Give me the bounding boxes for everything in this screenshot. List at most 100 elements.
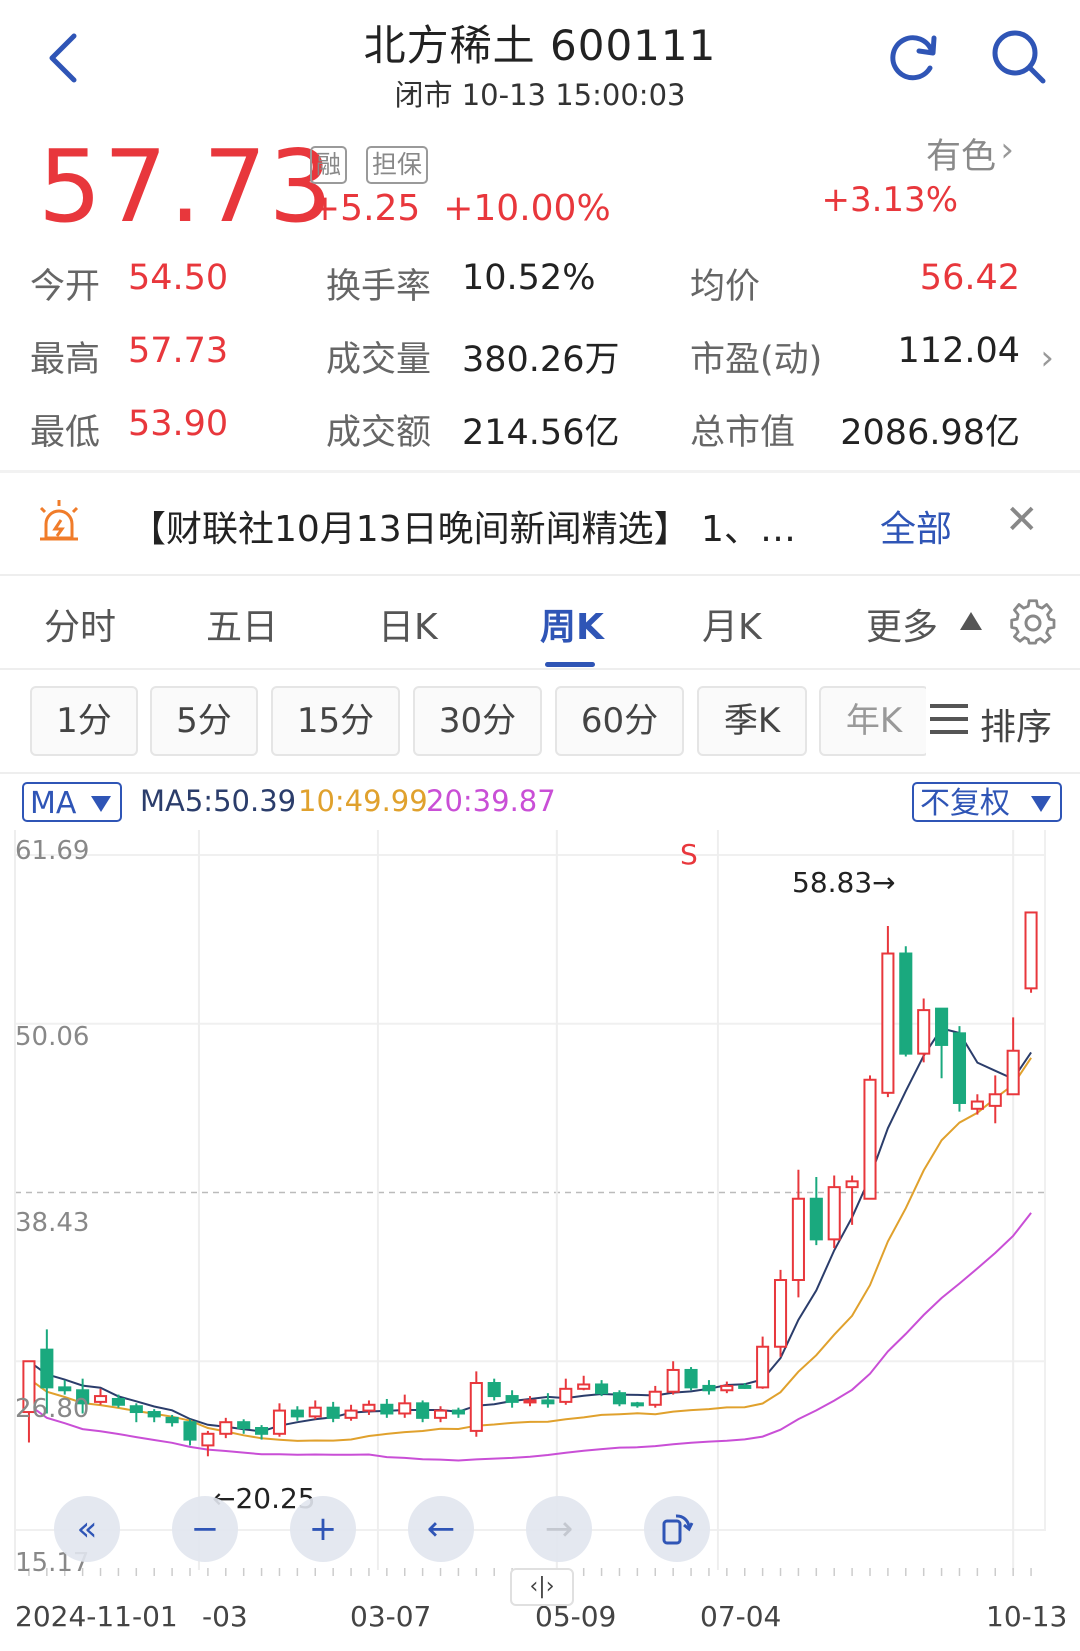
candle xyxy=(952,1026,967,1112)
candle xyxy=(129,1403,143,1423)
ma20-value: 20:39.87 xyxy=(426,784,556,818)
close-icon[interactable]: ✕ xyxy=(1005,497,1039,543)
adjust-selector[interactable]: 不复权 xyxy=(912,782,1062,822)
x-tick: 03-07 xyxy=(350,1600,432,1633)
news-headline[interactable]: 【财联社10月13日晚间新闻精选】 1、… xyxy=(130,500,796,552)
period-15min[interactable]: 15分 xyxy=(271,686,400,756)
candle xyxy=(845,1175,859,1225)
double-chevron-left-icon: « xyxy=(76,1509,98,1549)
candle xyxy=(1024,911,1038,993)
candle xyxy=(970,1094,984,1115)
signal-marker: S xyxy=(680,838,698,871)
plus-icon: + xyxy=(308,1509,338,1549)
rotate-button[interactable] xyxy=(644,1496,710,1562)
stat-mktcap-value: 2086.98亿 xyxy=(840,413,1020,453)
stat-avg-label: 均价 xyxy=(690,267,761,307)
period-quarter-k[interactable]: 季K xyxy=(697,686,807,756)
zoom-in-button[interactable]: + xyxy=(290,1496,356,1562)
chevron-right-icon[interactable]: › xyxy=(1040,338,1054,378)
tab-daily-k[interactable]: 日K xyxy=(378,598,438,650)
period-year-k[interactable]: 年K xyxy=(819,686,929,756)
ma10-line xyxy=(28,1057,1032,1442)
candle xyxy=(272,1403,287,1437)
candle xyxy=(541,1393,555,1408)
candle xyxy=(612,1390,627,1407)
stat-amount-value: 214.56亿 xyxy=(462,413,620,453)
candle xyxy=(756,1336,770,1389)
stat-low-label: 最低 xyxy=(30,413,101,453)
sector-link[interactable]: 有色 xyxy=(926,128,996,179)
tab-five-day[interactable]: 五日 xyxy=(206,598,278,650)
search-button[interactable] xyxy=(988,26,1048,86)
x-tick: 10-13 xyxy=(986,1600,1068,1633)
ma-label: MA xyxy=(30,786,77,821)
high-marker: 58.83→ xyxy=(792,866,896,899)
stat-pe-label: 市盈(动) xyxy=(690,340,823,380)
candle xyxy=(58,1380,72,1395)
candle xyxy=(684,1367,698,1391)
candle xyxy=(183,1419,197,1446)
stat-turnover-value: 10.52% xyxy=(462,258,596,298)
y-tick: 50.06 xyxy=(15,1022,90,1052)
period-60min[interactable]: 60分 xyxy=(555,686,684,756)
candle xyxy=(791,1169,805,1298)
candle xyxy=(93,1388,108,1405)
price-change: +5.25 +10.00% xyxy=(310,188,611,229)
change-value: +5.25 xyxy=(310,188,421,229)
stat-turnover-label: 换手率 xyxy=(326,267,432,307)
gear-icon xyxy=(1010,599,1056,645)
y-tick: 26.80 xyxy=(15,1394,90,1424)
ma-selector[interactable]: MA xyxy=(22,782,122,822)
candle xyxy=(881,925,895,1098)
divider xyxy=(0,668,1080,670)
sort-button[interactable]: 排序 xyxy=(926,686,1080,756)
stat-volume-label: 成交量 xyxy=(326,340,432,380)
rotate-icon xyxy=(662,1514,694,1545)
tab-monthly-k[interactable]: 月K xyxy=(702,598,762,650)
period-1min[interactable]: 1分 xyxy=(30,686,138,756)
news-all-link[interactable]: 全部 xyxy=(880,500,952,552)
candle xyxy=(988,1075,1002,1124)
pan-arrows-icon: ‹|› xyxy=(529,1574,555,1599)
candle xyxy=(398,1394,412,1418)
search-icon xyxy=(992,30,1046,84)
stat-volume-value: 380.26万 xyxy=(462,340,620,380)
candle xyxy=(702,1380,716,1395)
pan-handle[interactable]: ‹|› xyxy=(510,1568,574,1606)
refresh-button[interactable] xyxy=(884,26,944,86)
scroll-left-fast-button[interactable]: « xyxy=(54,1496,120,1562)
y-tick: 61.69 xyxy=(15,836,90,866)
stat-amount-label: 成交额 xyxy=(326,413,432,453)
tab-weekly-k[interactable]: 周K xyxy=(540,598,604,650)
candle xyxy=(559,1378,573,1405)
tab-more[interactable]: 更多 xyxy=(866,598,938,650)
scroll-right-button[interactable]: → xyxy=(526,1496,592,1562)
candle xyxy=(935,1007,949,1079)
candle xyxy=(630,1401,644,1408)
x-tick: -03 xyxy=(202,1600,248,1633)
candle xyxy=(487,1378,501,1401)
collateral-tag: 担保 xyxy=(366,146,429,184)
period-30min[interactable]: 30分 xyxy=(413,686,542,756)
tab-intraday[interactable]: 分时 xyxy=(44,598,116,650)
candle xyxy=(416,1400,430,1423)
stat-open-label: 今开 xyxy=(30,267,101,307)
period-5min[interactable]: 5分 xyxy=(150,686,258,756)
divider xyxy=(0,470,1080,473)
stat-open-value: 54.50 xyxy=(128,258,229,298)
stat-mktcap-label: 总市值 xyxy=(690,413,796,453)
chevron-right-icon: › xyxy=(1000,130,1014,170)
settings-button[interactable] xyxy=(1008,598,1058,652)
ma5-line xyxy=(28,1027,1032,1433)
candle xyxy=(147,1409,161,1423)
alert-icon xyxy=(34,496,84,550)
candle xyxy=(451,1407,465,1418)
scroll-left-button[interactable]: ← xyxy=(408,1496,474,1562)
zoom-out-button[interactable]: − xyxy=(172,1496,238,1562)
candle xyxy=(237,1419,251,1434)
caret-down-icon xyxy=(1031,796,1051,812)
candle xyxy=(577,1375,591,1391)
change-percent: +10.00% xyxy=(443,188,611,229)
divider xyxy=(0,574,1080,576)
caret-down-icon xyxy=(91,796,111,812)
